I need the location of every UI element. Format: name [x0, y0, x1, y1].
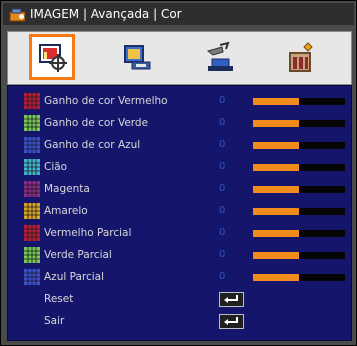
menu-item-label: Amarelo: [44, 205, 88, 217]
color-grid-icon: [24, 159, 40, 175]
menu-item-label: Ganho de cor Verde: [44, 117, 149, 129]
setup-settings-icon: [198, 41, 238, 81]
level-slider[interactable]: [253, 142, 345, 149]
menu-item[interactable]: Ganho de cor Azul 0: [8, 134, 351, 156]
menu-item[interactable]: Verde Parcial 0: [8, 244, 351, 266]
level-slider-fill: [253, 274, 299, 281]
menu-item-value: 0: [219, 139, 226, 150]
menu-item-value: 0: [219, 183, 226, 194]
level-slider[interactable]: [253, 164, 345, 171]
tab-options[interactable]: [280, 37, 320, 77]
menu-item-value: 0: [219, 227, 226, 238]
color-grid-icon: [24, 225, 40, 241]
level-slider-fill: [253, 252, 299, 259]
level-slider-fill: [253, 208, 299, 215]
color-settings-menu: Ganho de cor Vermelho 0 Ganho de cor Verde…: [7, 85, 352, 341]
image-settings-icon: [32, 44, 72, 81]
level-slider-fill: [253, 164, 299, 171]
menu-item-value: 0: [219, 271, 226, 282]
window-title: IMAGEM | Avançada | Cor: [30, 7, 182, 21]
menu-item-label: Cião: [44, 161, 68, 173]
exit-button[interactable]: [219, 314, 244, 329]
menu-item-label: Verde Parcial: [44, 249, 112, 261]
menu-item-value: 0: [219, 161, 226, 172]
display-settings-icon: [116, 45, 156, 81]
level-slider[interactable]: [253, 208, 345, 215]
menu-item[interactable]: Ganho de cor Vermelho 0: [8, 90, 351, 112]
projector-osd-window: IMAGEM | Avançada | Cor Ganho de cor Ver…: [0, 0, 357, 346]
menu-tab-bar: [7, 31, 352, 85]
reset-item[interactable]: Reset: [8, 288, 351, 310]
tab-setup[interactable]: [198, 37, 238, 77]
menu-item-label: Vermelho Parcial: [44, 227, 132, 239]
menu-item[interactable]: Amarelo 0: [8, 200, 351, 222]
menu-item-label: Ganho de cor Vermelho: [44, 95, 168, 107]
level-slider[interactable]: [253, 186, 345, 193]
tab-image[interactable]: [29, 34, 75, 80]
options-settings-icon: [280, 42, 320, 81]
level-slider[interactable]: [253, 252, 345, 259]
menu-item-label: Azul Parcial: [44, 271, 105, 283]
menu-item[interactable]: Magenta 0: [8, 178, 351, 200]
menu-item[interactable]: Azul Parcial 0: [8, 266, 351, 288]
menu-item[interactable]: Vermelho Parcial 0: [8, 222, 351, 244]
menu-item-value: 0: [219, 117, 226, 128]
menu-item[interactable]: Cião 0: [8, 156, 351, 178]
color-grid-icon: [24, 203, 40, 219]
level-slider[interactable]: [253, 98, 345, 105]
menu-item-value: 0: [219, 249, 226, 260]
reset-button[interactable]: [219, 292, 244, 307]
level-slider-fill: [253, 230, 299, 237]
menu-item-value: 0: [219, 205, 226, 216]
level-slider-fill: [253, 142, 299, 149]
title-bar: IMAGEM | Avançada | Cor: [3, 3, 354, 25]
level-slider[interactable]: [253, 274, 345, 281]
color-grid-icon: [24, 93, 40, 109]
exit-label: Sair: [44, 315, 65, 327]
color-grid-icon: [24, 137, 40, 153]
projector-icon: [9, 7, 27, 22]
level-slider-fill: [253, 186, 299, 193]
level-slider-fill: [253, 120, 299, 127]
menu-item-label: Magenta: [44, 183, 90, 195]
menu-item-value: 0: [219, 95, 226, 106]
level-slider-fill: [253, 98, 299, 105]
menu-item[interactable]: Ganho de cor Verde 0: [8, 112, 351, 134]
color-grid-icon: [24, 247, 40, 263]
level-slider[interactable]: [253, 230, 345, 237]
tab-display[interactable]: [116, 37, 156, 77]
level-slider[interactable]: [253, 120, 345, 127]
menu-item-label: Ganho de cor Azul: [44, 139, 141, 151]
color-grid-icon: [24, 181, 40, 197]
reset-label: Reset: [44, 293, 74, 305]
color-grid-icon: [24, 115, 40, 131]
exit-item[interactable]: Sair: [8, 310, 351, 332]
color-grid-icon: [24, 269, 40, 285]
